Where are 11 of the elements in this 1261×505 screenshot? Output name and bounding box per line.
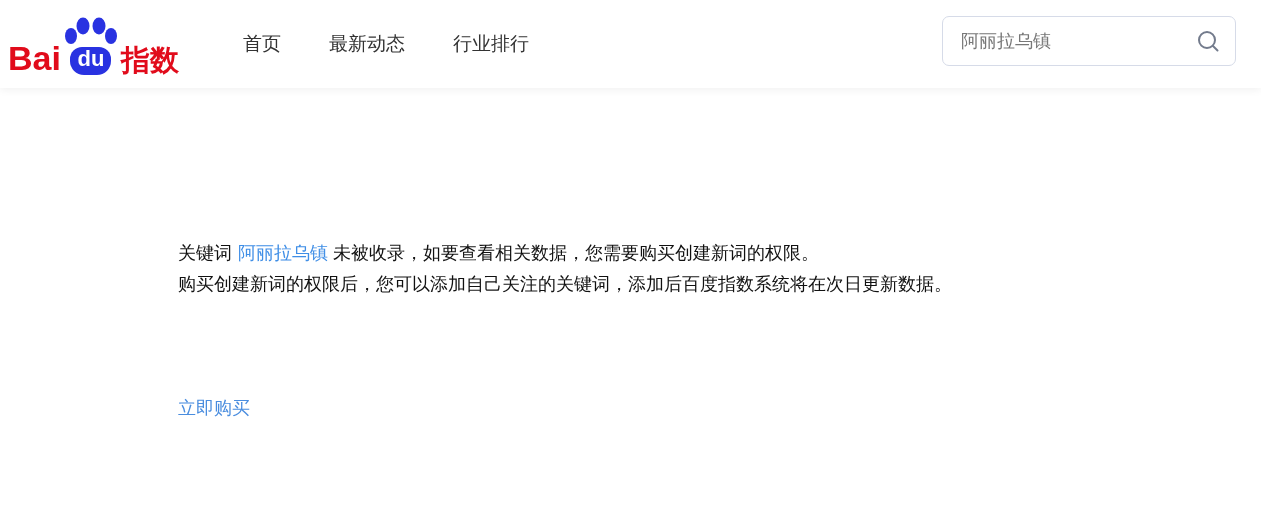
paw-icon [62,17,119,47]
logo-text: Bai [8,41,61,75]
logo-text: 指数 [120,46,179,75]
nav-link[interactable]: 最新动态 [328,31,405,57]
nav-link[interactable]: 首页 [242,31,281,57]
notice-text: 关键词 阿丽拉乌镇 未被收录，如要查看相关数据，您需要购买创建新词的权限。 [178,242,821,265]
nav-link[interactable]: 行业排行 [452,31,529,57]
search-icon[interactable] [1196,29,1220,53]
notice-text: 购买创建新词的权限后，您可以添加自己关注的关键词，添加后百度指数系统将在次日更新数据。 [178,273,953,296]
search-field[interactable]: 阿丽拉乌镇 [942,16,1236,66]
logo-badge: du [70,47,112,75]
